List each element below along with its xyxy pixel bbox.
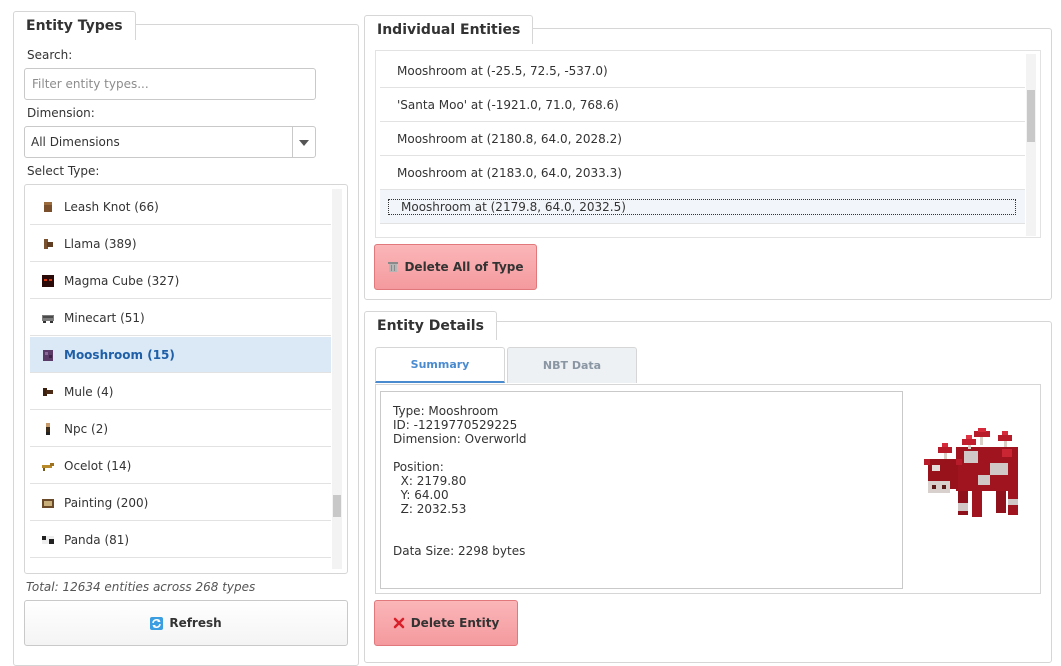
- minecart-icon: [42, 314, 54, 323]
- dimension-dropdown-button[interactable]: [292, 127, 315, 157]
- entity-instance-list[interactable]: Mooshroom at (-25.5, 72.5, -537.0) 'Sant…: [375, 50, 1041, 238]
- list-item-label: Painting (200): [64, 495, 149, 510]
- delete-entity-button[interactable]: Delete Entity: [374, 600, 518, 646]
- list-item-label: Mooshroom at (2180.8, 64.0, 2028.2): [397, 131, 622, 146]
- type-list-scroll-thumb[interactable]: [333, 495, 341, 517]
- summary-text: Type: Mooshroom ID: -1219770529225 Dimen…: [393, 404, 527, 558]
- tab-summary-label: Summary: [410, 358, 470, 371]
- entity-type-list[interactable]: Leash Knot (66) Llama (389) Magma Cube (…: [24, 184, 348, 574]
- tab-nbt-data[interactable]: NBT Data: [507, 347, 637, 383]
- list-item-label: Mooshroom at (2183.0, 64.0, 2033.3): [397, 165, 622, 180]
- list-item-label: Magma Cube (327): [64, 273, 180, 288]
- summary-type: Type: Mooshroom: [393, 404, 499, 418]
- trash-icon: [388, 262, 399, 272]
- leash-knot-icon: [44, 201, 52, 212]
- list-item[interactable]: Ocelot (14): [30, 448, 331, 484]
- refresh-button[interactable]: Refresh: [24, 600, 348, 646]
- delete-all-of-type-button[interactable]: Delete All of Type: [374, 244, 537, 290]
- list-item[interactable]: Mooshroom (15): [30, 337, 331, 373]
- list-item[interactable]: Magma Cube (327): [30, 263, 331, 299]
- dimension-select[interactable]: All Dimensions: [24, 126, 316, 158]
- entity-list-scrollbar[interactable]: [1026, 54, 1036, 236]
- entity-types-title: Entity Types: [13, 11, 136, 42]
- refresh-label: Refresh: [169, 616, 222, 630]
- search-input[interactable]: [24, 68, 316, 100]
- summary-id: ID: -1219770529225: [393, 418, 518, 432]
- entity-list-scroll-thumb[interactable]: [1027, 90, 1035, 142]
- list-item-label: Ocelot (14): [64, 458, 132, 473]
- list-item[interactable]: Mooshroom at (2179.8, 64.0, 2032.5): [380, 190, 1025, 224]
- list-item-label: Leash Knot (66): [64, 199, 159, 214]
- summary-data-size: Data Size: 2298 bytes: [393, 544, 526, 558]
- list-item[interactable]: Leash Knot (66): [30, 189, 331, 225]
- list-item-label: Mooshroom (15): [64, 347, 175, 362]
- mooshroom-icon: [43, 349, 53, 361]
- summary-z: Z: 2032.53: [393, 502, 467, 516]
- summary-y: Y: 64.00: [393, 488, 449, 502]
- ocelot-icon: [42, 462, 54, 471]
- painting-icon: [42, 498, 54, 508]
- mooshroom-preview-image: [924, 428, 1018, 517]
- list-item[interactable]: Painting (200): [30, 485, 331, 521]
- summary-text-box: Type: Mooshroom ID: -1219770529225 Dimen…: [380, 391, 903, 589]
- npc-icon: [46, 422, 50, 435]
- delete-all-label: Delete All of Type: [404, 260, 524, 274]
- summary-position-label: Position:: [393, 460, 444, 474]
- summary-dimension: Dimension: Overworld: [393, 432, 527, 446]
- panda-icon: [42, 535, 54, 544]
- type-list-scrollbar[interactable]: [332, 189, 342, 569]
- chevron-down-icon: [299, 140, 309, 146]
- list-item-label: Llama (389): [64, 236, 137, 251]
- summary-x: X: 2179.80: [393, 474, 467, 488]
- list-item-label: Minecart (51): [64, 310, 145, 325]
- entity-total-summary: Total: 12634 entities across 268 types: [26, 580, 256, 594]
- close-icon: [393, 617, 405, 629]
- dimension-label: Dimension:: [27, 106, 95, 120]
- list-item[interactable]: Llama (389): [30, 226, 331, 262]
- list-item[interactable]: Panda (81): [30, 522, 331, 558]
- summary-panel: Type: Mooshroom ID: -1219770529225 Dimen…: [375, 384, 1041, 594]
- list-item[interactable]: Minecart (51): [30, 300, 331, 336]
- tab-nbt-data-label: NBT Data: [542, 359, 602, 372]
- llama-icon: [44, 238, 53, 249]
- list-item[interactable]: 'Santa Moo' at (-1921.0, 71.0, 768.6): [380, 88, 1025, 122]
- list-item-label: Mule (4): [64, 384, 114, 399]
- mule-icon: [43, 387, 53, 396]
- individual-entities-title: Individual Entities: [364, 15, 534, 46]
- list-item[interactable]: Mooshroom at (2183.0, 64.0, 2033.3): [380, 156, 1025, 190]
- refresh-icon: [150, 616, 164, 630]
- tab-summary[interactable]: Summary: [375, 347, 505, 383]
- list-item[interactable]: Mule (4): [30, 374, 331, 410]
- delete-entity-label: Delete Entity: [410, 616, 500, 630]
- focus-outline: [388, 199, 1016, 215]
- select-type-label: Select Type:: [27, 164, 100, 178]
- list-item-label: 'Santa Moo' at (-1921.0, 71.0, 768.6): [397, 97, 619, 112]
- list-item[interactable]: Mooshroom at (2180.8, 64.0, 2028.2): [380, 122, 1025, 156]
- list-item-label: Panda (81): [64, 532, 130, 547]
- magma-cube-icon: [42, 274, 54, 287]
- dimension-value: All Dimensions: [31, 135, 120, 149]
- search-label: Search:: [27, 48, 73, 62]
- list-item-label: Mooshroom at (-25.5, 72.5, -537.0): [397, 63, 608, 78]
- list-item[interactable]: Npc (2): [30, 411, 331, 447]
- entity-details-title: Entity Details: [364, 311, 497, 342]
- list-item[interactable]: Mooshroom at (-25.5, 72.5, -537.0): [380, 54, 1025, 88]
- list-item-label: Npc (2): [64, 421, 109, 436]
